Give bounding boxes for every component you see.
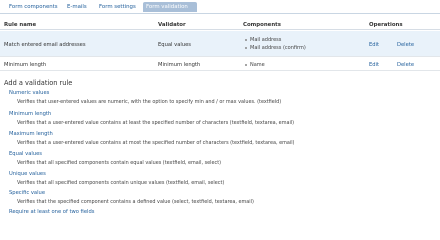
validator-description: Verifies that a user-entered value conta… xyxy=(17,120,295,126)
validator-cell: Minimum length xyxy=(158,62,201,68)
header-components: Components xyxy=(243,22,281,28)
table-row: Match entered email addresses Equal valu… xyxy=(0,31,440,57)
validator-link-require-at-least-one[interactable]: Require at least one of two fields xyxy=(9,209,94,215)
validator-link-maximum-length[interactable]: Maximum length xyxy=(9,131,53,137)
validator-link-specific-value[interactable]: Specific value xyxy=(9,190,45,196)
bullet-icon xyxy=(245,38,247,41)
component-label: Name xyxy=(250,62,265,68)
tab-form-settings[interactable]: Form settings xyxy=(96,2,139,12)
component-label: Mail address xyxy=(250,37,282,43)
table-header: Rule name Validator Components Operation… xyxy=(0,20,440,30)
bullet-icon xyxy=(245,63,247,66)
validator-description: Verifies that user-entered values are nu… xyxy=(17,99,282,105)
component-item: Name xyxy=(245,62,265,68)
component-item: Mail address xyxy=(245,37,281,43)
component-label: Mail address (confirm) xyxy=(250,45,306,51)
validator-cell: Equal values xyxy=(158,42,191,48)
validator-link-equal-values[interactable]: Equal values xyxy=(9,151,42,157)
validator-description: Verifies that all specified components c… xyxy=(17,160,222,166)
rule-name-cell: Minimum length xyxy=(4,62,47,68)
tab-form-validation[interactable]: Form validation xyxy=(143,2,197,12)
table-row: Minimum length Minimum length Name Edit … xyxy=(0,57,440,71)
header-rule-name: Rule name xyxy=(4,22,37,28)
delete-link[interactable]: Delete xyxy=(397,42,414,48)
validator-description: Verifies that all specified components c… xyxy=(17,180,225,186)
component-item: Mail address (confirm) xyxy=(245,45,306,51)
validator-link-minimum-length[interactable]: Minimum length xyxy=(9,111,51,117)
header-operations: Operations xyxy=(369,22,403,28)
edit-link[interactable]: Edit xyxy=(369,42,379,48)
validator-link-numeric-values[interactable]: Numeric values xyxy=(9,90,49,96)
tab-e-mails[interactable]: E-mails xyxy=(64,2,90,12)
validator-link-unique-values[interactable]: Unique values xyxy=(9,171,46,177)
rule-name-cell: Match entered email addresses xyxy=(4,42,86,48)
edit-link[interactable]: Edit xyxy=(369,62,379,68)
validator-description: Verifies that the specified component co… xyxy=(17,199,254,205)
validator-description: Verifies that a user-entered value conta… xyxy=(17,140,295,146)
form-tabs: Form components E-mails Form settings Fo… xyxy=(0,0,440,14)
add-rule-heading: Add a validation rule xyxy=(4,79,73,87)
tab-form-components[interactable]: Form components xyxy=(6,2,61,12)
bullet-icon xyxy=(245,46,247,49)
delete-link[interactable]: Delete xyxy=(397,62,414,68)
header-validator: Validator xyxy=(158,22,186,28)
